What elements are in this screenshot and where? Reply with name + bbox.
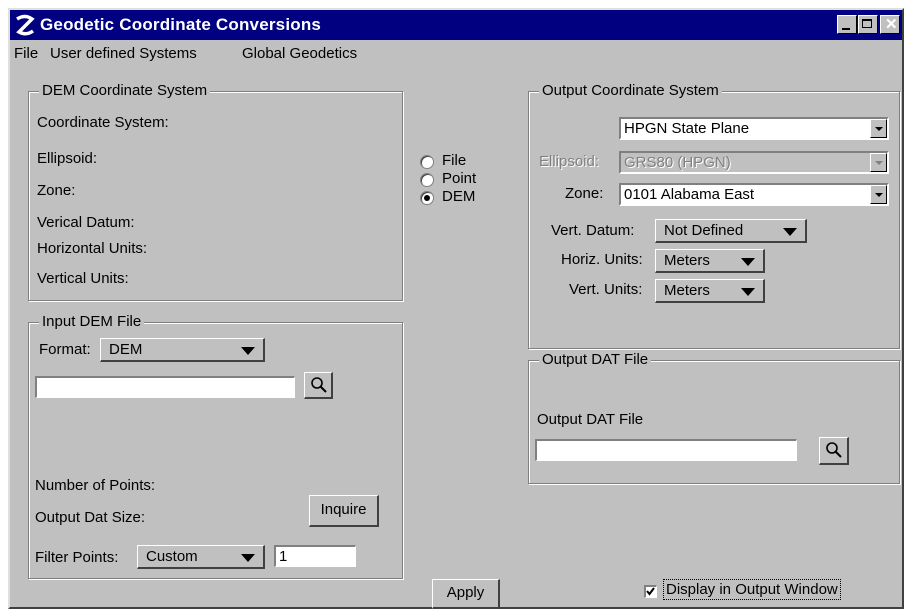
horizontal-units-label: Horizontal Units: (37, 240, 148, 257)
triangle-down-icon (741, 288, 755, 296)
window-title: Geodetic Coordinate Conversions (40, 15, 322, 34)
output-zone-label: Zone: (565, 185, 604, 202)
checkmark-icon (646, 587, 655, 596)
triangle-down-icon (783, 228, 797, 236)
dropdown-arrow-icon[interactable] (870, 185, 887, 204)
display-output-label[interactable]: Display in Output Window (663, 579, 841, 600)
apply-button[interactable]: Apply (432, 579, 500, 609)
coordinate-system-select[interactable]: HPGN State Plane (619, 117, 889, 140)
menu-user-defined-systems[interactable]: User defined Systems (50, 45, 197, 62)
group-title: Input DEM File (39, 313, 145, 330)
vert-datum-select[interactable]: Not Defined (655, 219, 807, 243)
radio-file-label: File (442, 152, 467, 169)
triangle-down-icon (741, 258, 755, 266)
output-dat-size-label: Output Dat Size: (35, 509, 146, 526)
ellipsoid-select[interactable]: GRS80 (HPGN) (619, 151, 889, 174)
minimize-icon (842, 28, 850, 30)
menu-bar: File User defined Systems Global Geodeti… (10, 42, 902, 64)
vert-units-value: Meters (664, 282, 710, 299)
vertical-units-label: Vertical Units: (37, 270, 129, 287)
output-dat-file-input[interactable] (535, 439, 797, 461)
dem-coordinate-system-group: DEM Coordinate System Coordinate System:… (28, 82, 403, 301)
inquire-button[interactable]: Inquire (309, 495, 379, 527)
vert-datum-value: Not Defined (664, 222, 744, 239)
ellipsoid-value: GRS80 (HPGN) (624, 154, 731, 171)
close-button[interactable]: ✕ (880, 15, 900, 34)
app-logo-icon (14, 14, 36, 36)
output-dat-file-group: Output DAT File Output DAT File (528, 351, 900, 484)
vert-units-select[interactable]: Meters (655, 279, 765, 303)
app-window: Geodetic Coordinate Conversions ✕ File U… (8, 8, 904, 609)
group-title: Output Coordinate System (539, 82, 722, 99)
radio-button[interactable] (420, 155, 434, 169)
coordinate-system-value: HPGN State Plane (624, 120, 750, 137)
group-title: Output DAT File (539, 351, 652, 368)
format-value: DEM (109, 341, 143, 358)
zone-label: Zone: (37, 182, 76, 199)
output-ellipsoid-label: Ellipsoid: (539, 153, 600, 170)
menu-global-geodetics[interactable]: Global Geodetics (242, 45, 357, 62)
maximize-button[interactable] (858, 15, 878, 34)
horiz-units-value: Meters (664, 252, 710, 269)
zone-value: 0101 Alabama East (624, 186, 755, 203)
coordinate-system-label: Coordinate System: (37, 114, 169, 131)
filter-points-select[interactable]: Custom (137, 545, 265, 569)
radio-button[interactable] (420, 173, 434, 187)
input-dem-file-group: Input DEM File Format: DEM Number of Poi… (28, 313, 403, 579)
filter-points-value: Custom (146, 548, 198, 565)
filter-points-input[interactable]: 1 (274, 545, 356, 567)
triangle-down-icon (241, 347, 255, 355)
output-dat-file-label: Output DAT File (537, 411, 644, 428)
magnifier-icon (311, 377, 327, 393)
browse-dem-file-button[interactable] (304, 372, 333, 399)
radio-point-label: Point (442, 170, 477, 187)
filter-points-label: Filter Points: (35, 549, 119, 566)
magnifier-icon (826, 442, 842, 458)
minimize-button[interactable] (837, 15, 857, 34)
title-bar[interactable]: Geodetic Coordinate Conversions ✕ (10, 10, 902, 40)
close-icon: ✕ (885, 16, 898, 33)
radio-button[interactable] (420, 191, 434, 205)
format-label: Format: (39, 341, 91, 358)
output-coordinate-system-group: Output Coordinate System HPGN State Plan… (528, 82, 900, 349)
vertical-datum-label: Verical Datum: (37, 214, 135, 231)
maximize-icon (862, 19, 872, 28)
dropdown-arrow-icon[interactable] (870, 119, 887, 138)
group-title: DEM Coordinate System (39, 82, 211, 99)
triangle-down-icon (241, 554, 255, 562)
radio-dem-label: DEM (442, 188, 476, 205)
dem-file-input[interactable] (35, 376, 295, 398)
vert-datum-label: Vert. Datum: (551, 222, 635, 239)
browse-output-dat-button[interactable] (819, 437, 849, 465)
horiz-units-label: Horiz. Units: (561, 251, 643, 268)
vert-units-label: Vert. Units: (569, 281, 643, 298)
number-of-points-label: Number of Points: (35, 477, 156, 494)
dropdown-arrow-icon[interactable] (870, 153, 887, 172)
format-select[interactable]: DEM (100, 338, 265, 362)
ellipsoid-label: Ellipsoid: (37, 150, 98, 167)
menu-file[interactable]: File (14, 45, 38, 62)
zone-select[interactable]: 0101 Alabama East (619, 183, 889, 206)
display-output-checkbox[interactable] (644, 585, 657, 598)
horiz-units-select[interactable]: Meters (655, 249, 765, 273)
